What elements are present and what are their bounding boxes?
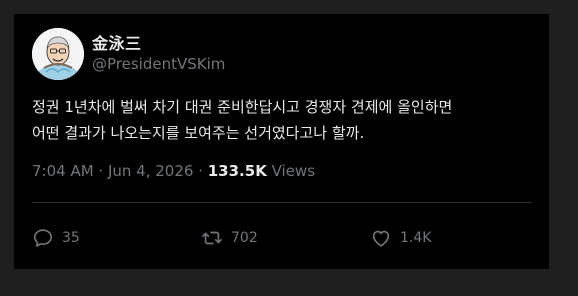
tweet-text-line: 어떤 결과가 나오는지를 보여주는 선거였다고나 할까.	[32, 124, 365, 142]
tweet-card: 金泳三 @PresidentVSKim 정권 1년차에 벌써 차기 대권 준비한…	[14, 14, 549, 269]
tweet-text-line: 정권 1년차에 벌써 차기 대권 준비한답시고 경쟁자 견제에 올인하면	[32, 98, 453, 116]
like-button[interactable]: 1.4K	[370, 226, 431, 250]
repost-icon	[202, 231, 222, 245]
views-label: Views	[266, 162, 316, 180]
tweet-time[interactable]: 7:04 AM	[32, 162, 94, 180]
repost-button[interactable]: 702	[201, 226, 258, 250]
reply-button[interactable]: 35	[32, 226, 80, 250]
reply-count: 35	[62, 230, 80, 246]
tweet-date[interactable]: Jun 4, 2026	[108, 162, 193, 180]
divider	[32, 202, 532, 203]
like-icon	[372, 230, 390, 247]
meta-separator: ·	[193, 162, 208, 180]
display-name[interactable]: 金泳三	[92, 30, 142, 54]
like-count: 1.4K	[400, 230, 432, 246]
meta-separator: ·	[93, 162, 108, 180]
tweet-text: 정권 1년차에 벌써 차기 대권 준비한답시고 경쟁자 견제에 올인하면 어떤 …	[32, 94, 537, 146]
reply-icon	[33, 229, 53, 247]
avatar-image	[32, 28, 84, 80]
user-handle[interactable]: @PresidentVSKim	[92, 55, 225, 73]
views-count: 133.5K	[207, 162, 267, 180]
tweet-meta: 7:04 AM · Jun 4, 2026 · 133.5K Views	[32, 162, 315, 180]
avatar[interactable]	[32, 28, 84, 80]
repost-count: 702	[231, 230, 258, 246]
